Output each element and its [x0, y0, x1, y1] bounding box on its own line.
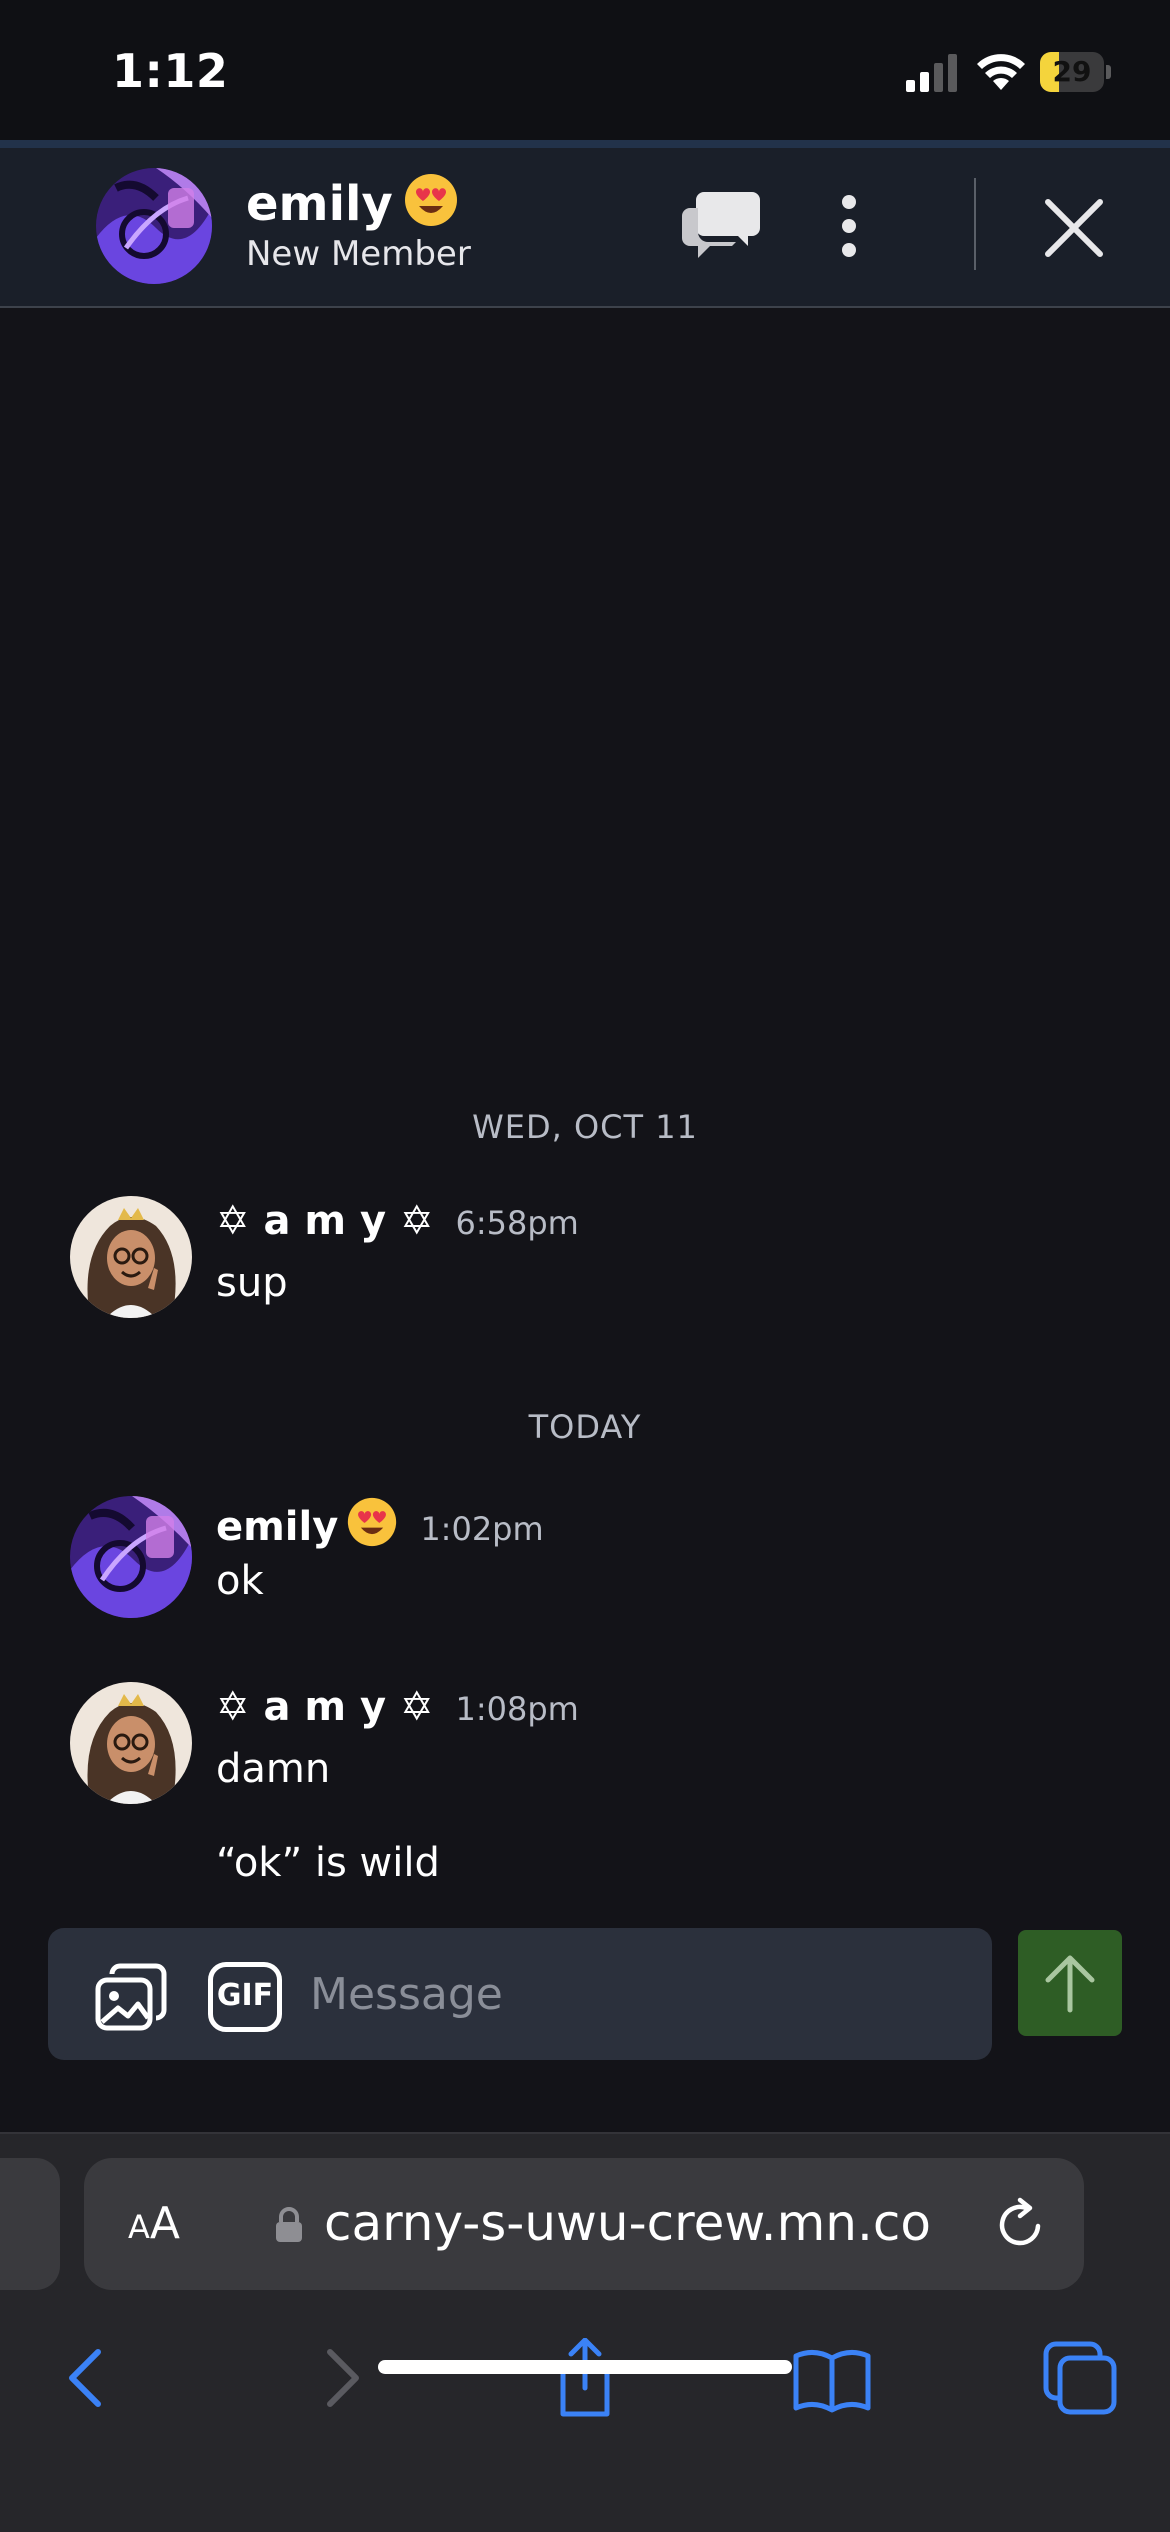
date-separator: TODAY: [528, 1408, 642, 1446]
send-button[interactable]: [1018, 1930, 1122, 2036]
forward-icon[interactable]: [300, 2338, 380, 2418]
gif-button[interactable]: GIF: [208, 1962, 282, 2032]
header-title: emily: [246, 172, 459, 232]
battery-level: 29: [1052, 55, 1092, 88]
message-author: ✡ a m y ✡ 1:08pm: [216, 1684, 579, 1730]
reader-settings-button[interactable]: AA: [128, 2198, 180, 2249]
message-text: sup: [216, 1260, 288, 1306]
message-author: ✡ a m y ✡ 6:58pm: [216, 1198, 579, 1244]
screen: 1:12 29 emily New Member WED, OCT 11 ✡ a…: [0, 0, 1170, 2532]
message-time: 6:58pm: [455, 1204, 579, 1242]
browser-toolbar: AA carny-s-uwu-crew.mn.co: [0, 2132, 1170, 2532]
emily-avatar[interactable]: [96, 168, 212, 284]
battery-icon: 29: [1040, 52, 1111, 92]
date-separator: WED, OCT 11: [472, 1108, 698, 1146]
message-composer: GIF: [48, 1928, 992, 2060]
chat-header: emily New Member: [0, 148, 1170, 308]
browser-nav-row: [0, 2324, 1170, 2434]
home-indicator[interactable]: [378, 2360, 792, 2374]
share-icon[interactable]: [545, 2338, 625, 2418]
member-role: New Member: [246, 234, 471, 274]
cellular-signal-icon: [906, 54, 957, 92]
wifi-icon: [977, 54, 1025, 90]
bookmarks-icon[interactable]: [792, 2338, 872, 2418]
message-author: emily 1:02pm: [216, 1496, 544, 1550]
emily-avatar[interactable]: [70, 1496, 192, 1618]
status-bar: 1:12 29: [0, 0, 1170, 140]
arrow-up-icon: [1045, 1955, 1095, 2013]
lock-icon: [276, 2207, 302, 2242]
message-list[interactable]: WED, OCT 11 ✡ a m y ✡ 6:58pm sup TODAY e…: [0, 310, 1170, 1910]
tabs-icon[interactable]: [1040, 2338, 1120, 2418]
amy-avatar[interactable]: [70, 1196, 192, 1318]
composer-area: GIF: [0, 1910, 1170, 2132]
chat-bubbles-icon[interactable]: [682, 184, 762, 264]
status-time: 1:12: [112, 44, 229, 98]
message-time: 1:08pm: [455, 1690, 579, 1728]
reload-icon[interactable]: [992, 2196, 1048, 2252]
header-accent-stripe: [0, 140, 1170, 148]
message-input[interactable]: [310, 1954, 950, 2034]
image-attach-icon[interactable]: [94, 1962, 168, 2032]
message-text: damn: [216, 1746, 331, 1792]
message-time: 1:02pm: [420, 1510, 544, 1548]
message-text: “ok” is wild: [216, 1840, 440, 1886]
header-divider: [974, 178, 976, 270]
message-text: ok: [216, 1558, 264, 1604]
address-bar[interactable]: AA carny-s-uwu-crew.mn.co: [84, 2158, 1084, 2290]
heart-eyes-emoji-icon: [348, 1497, 397, 1547]
back-icon[interactable]: [48, 2338, 128, 2418]
previous-tab-preview[interactable]: [0, 2158, 60, 2290]
url-text: carny-s-uwu-crew.mn.co: [324, 2194, 931, 2252]
more-options-icon[interactable]: [820, 188, 878, 264]
amy-avatar[interactable]: [70, 1682, 192, 1804]
close-icon[interactable]: [1040, 194, 1108, 262]
heart-eyes-emoji-icon: [404, 174, 457, 226]
